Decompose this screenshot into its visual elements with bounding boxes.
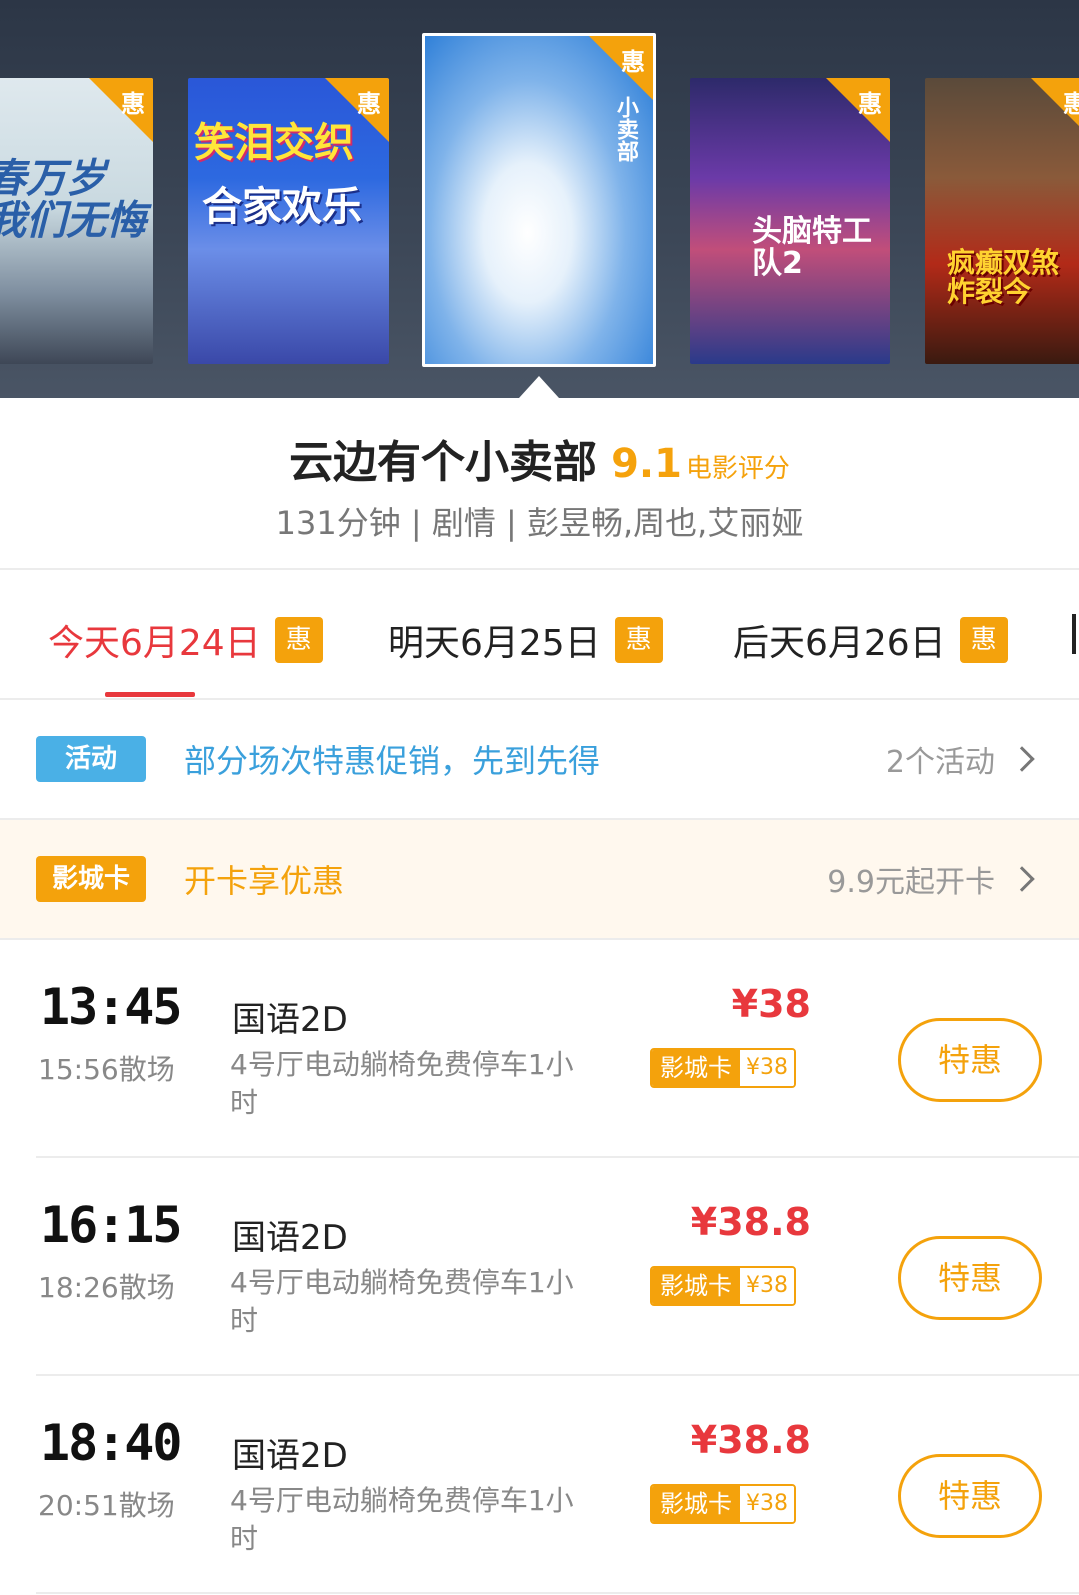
score-label: 电影评分 bbox=[685, 454, 790, 484]
language-format: 国语2D bbox=[232, 1000, 348, 1040]
discount-tag: 惠 bbox=[826, 78, 890, 142]
poster-card[interactable]: 疯癫双煞 炸裂今 惠 bbox=[925, 78, 1079, 364]
cinema-card-badge: 影城卡 bbox=[36, 856, 146, 902]
showtime-row[interactable]: 13:45 15:56散场 国语2D 4号厅电动躺椅免费停车1小时 ¥38 影城… bbox=[0, 940, 1079, 1156]
chevron-right-icon bbox=[1009, 746, 1035, 772]
language-format: 国语2D bbox=[232, 1436, 348, 1476]
activity-text: 部分场次特惠促销，先到先得 bbox=[184, 742, 601, 780]
buy-button[interactable]: 特惠 bbox=[898, 1236, 1042, 1320]
movie-meta: 131分钟 | 剧情 | 彭昱畅,周也,艾丽娅 bbox=[275, 504, 804, 542]
tab-day-after[interactable]: 后天6月26日 惠 bbox=[733, 614, 1008, 666]
tab-today[interactable]: 今天6月24日 惠 bbox=[48, 614, 323, 666]
poster-title: 疯癫双煞 炸裂今 bbox=[947, 246, 1060, 309]
card-label: 影城卡 bbox=[652, 1050, 740, 1086]
hall-info: 4号厅电动躺椅免费停车1小时 bbox=[230, 1266, 574, 1337]
poster-card[interactable]: 春万岁 我们无悔 惠 bbox=[0, 78, 153, 364]
end-time: 15:56散场 bbox=[38, 1053, 175, 1086]
poster-subtitle: 合家欢乐 bbox=[202, 184, 362, 230]
date-tabs: 今天6月24日 惠 明天6月25日 惠 后天6月26日 惠 bbox=[0, 570, 1079, 698]
showtime-row[interactable]: 18:40 20:51散场 国语2D 4号厅电动躺椅免费停车1小时 ¥38.8 … bbox=[0, 1376, 1079, 1592]
buy-button[interactable]: 特惠 bbox=[898, 1454, 1042, 1538]
activity-row[interactable]: 活动 部分场次特惠促销，先到先得 2个活动 bbox=[0, 700, 1079, 818]
card-price-badge: 影城卡 ¥38 bbox=[650, 1266, 796, 1306]
tab-label: 今天6月24日 bbox=[48, 623, 261, 664]
poster-card-selected[interactable]: 小卖部 惠 bbox=[422, 33, 656, 367]
poster-card[interactable]: 头脑特工队2 惠 bbox=[690, 78, 890, 364]
ticket-price: ¥38 bbox=[731, 982, 811, 1026]
activity-badge: 活动 bbox=[36, 736, 146, 782]
start-time: 18:40 bbox=[40, 1414, 183, 1472]
card-price-badge: 影城卡 ¥38 bbox=[650, 1484, 796, 1524]
movie-title: 云边有个小卖部 bbox=[289, 437, 598, 488]
discount-badge: 惠 bbox=[614, 617, 663, 663]
hall-info: 4号厅电动躺椅免费停车1小时 bbox=[230, 1484, 574, 1555]
ticket-price: ¥38.8 bbox=[690, 1200, 811, 1244]
hall-info: 4号厅电动躺椅免费停车1小时 bbox=[230, 1048, 574, 1119]
start-time: 16:15 bbox=[40, 1196, 183, 1254]
poster-title: 头脑特工队2 bbox=[752, 214, 872, 281]
card-price: ¥38 bbox=[740, 1486, 794, 1522]
movie-title-row: 云边有个小卖部 9.1 电影评分 bbox=[0, 426, 1079, 490]
cinema-card-price: 9.9元起开卡 bbox=[827, 865, 995, 900]
discount-tag: 惠 bbox=[589, 36, 653, 100]
end-time: 18:26散场 bbox=[38, 1271, 175, 1304]
discount-badge: 惠 bbox=[274, 617, 323, 663]
tab-label: 后天6月26日 bbox=[733, 623, 946, 664]
tab-tomorrow[interactable]: 明天6月25日 惠 bbox=[388, 614, 663, 666]
chevron-right-icon bbox=[1009, 866, 1035, 892]
card-price-badge: 影城卡 ¥38 bbox=[650, 1048, 796, 1088]
movie-info: 云边有个小卖部 9.1 电影评分 131分钟 | 剧情 | 彭昱畅,周也,艾丽娅 bbox=[0, 398, 1079, 568]
card-price: ¥38 bbox=[740, 1050, 794, 1086]
discount-tag: 惠 bbox=[325, 78, 389, 142]
discount-tag: 惠 bbox=[1031, 78, 1079, 142]
card-label: 影城卡 bbox=[652, 1486, 740, 1522]
card-label: 影城卡 bbox=[652, 1268, 740, 1304]
language-format: 国语2D bbox=[232, 1218, 348, 1258]
buy-button[interactable]: 特惠 bbox=[898, 1018, 1042, 1102]
poster-title: 春万岁 我们无悔 bbox=[0, 155, 146, 244]
start-time: 13:45 bbox=[40, 978, 183, 1036]
showtime-row[interactable]: 16:15 18:26散场 国语2D 4号厅电动躺椅免费停车1小时 ¥38.8 … bbox=[0, 1158, 1079, 1374]
cinema-card-row[interactable]: 影城卡 开卡享优惠 9.9元起开卡 bbox=[0, 820, 1079, 938]
movie-score: 9.1 bbox=[611, 441, 682, 487]
discount-badge: 惠 bbox=[959, 617, 1008, 663]
tab-label: 明天6月25日 bbox=[388, 623, 601, 664]
activity-count: 2个活动 bbox=[885, 745, 995, 780]
card-price: ¥38 bbox=[740, 1268, 794, 1304]
poster-card[interactable]: 笑泪交织 合家欢乐 惠 bbox=[188, 78, 389, 364]
cinema-card-text: 开卡享优惠 bbox=[184, 862, 345, 900]
poster-carousel[interactable]: 春万岁 我们无悔 惠 笑泪交织 合家欢乐 惠 小卖部 惠 头脑特工队2 惠 疯癫… bbox=[0, 0, 1079, 398]
divider bbox=[36, 1592, 1079, 1594]
next-tab-edge bbox=[1072, 614, 1076, 654]
end-time: 20:51散场 bbox=[38, 1489, 175, 1522]
poster-title: 小卖部 bbox=[613, 96, 638, 162]
discount-tag: 惠 bbox=[89, 78, 153, 142]
ticket-price: ¥38.8 bbox=[690, 1418, 811, 1462]
active-tab-indicator bbox=[105, 692, 195, 697]
selection-pointer bbox=[519, 376, 559, 398]
